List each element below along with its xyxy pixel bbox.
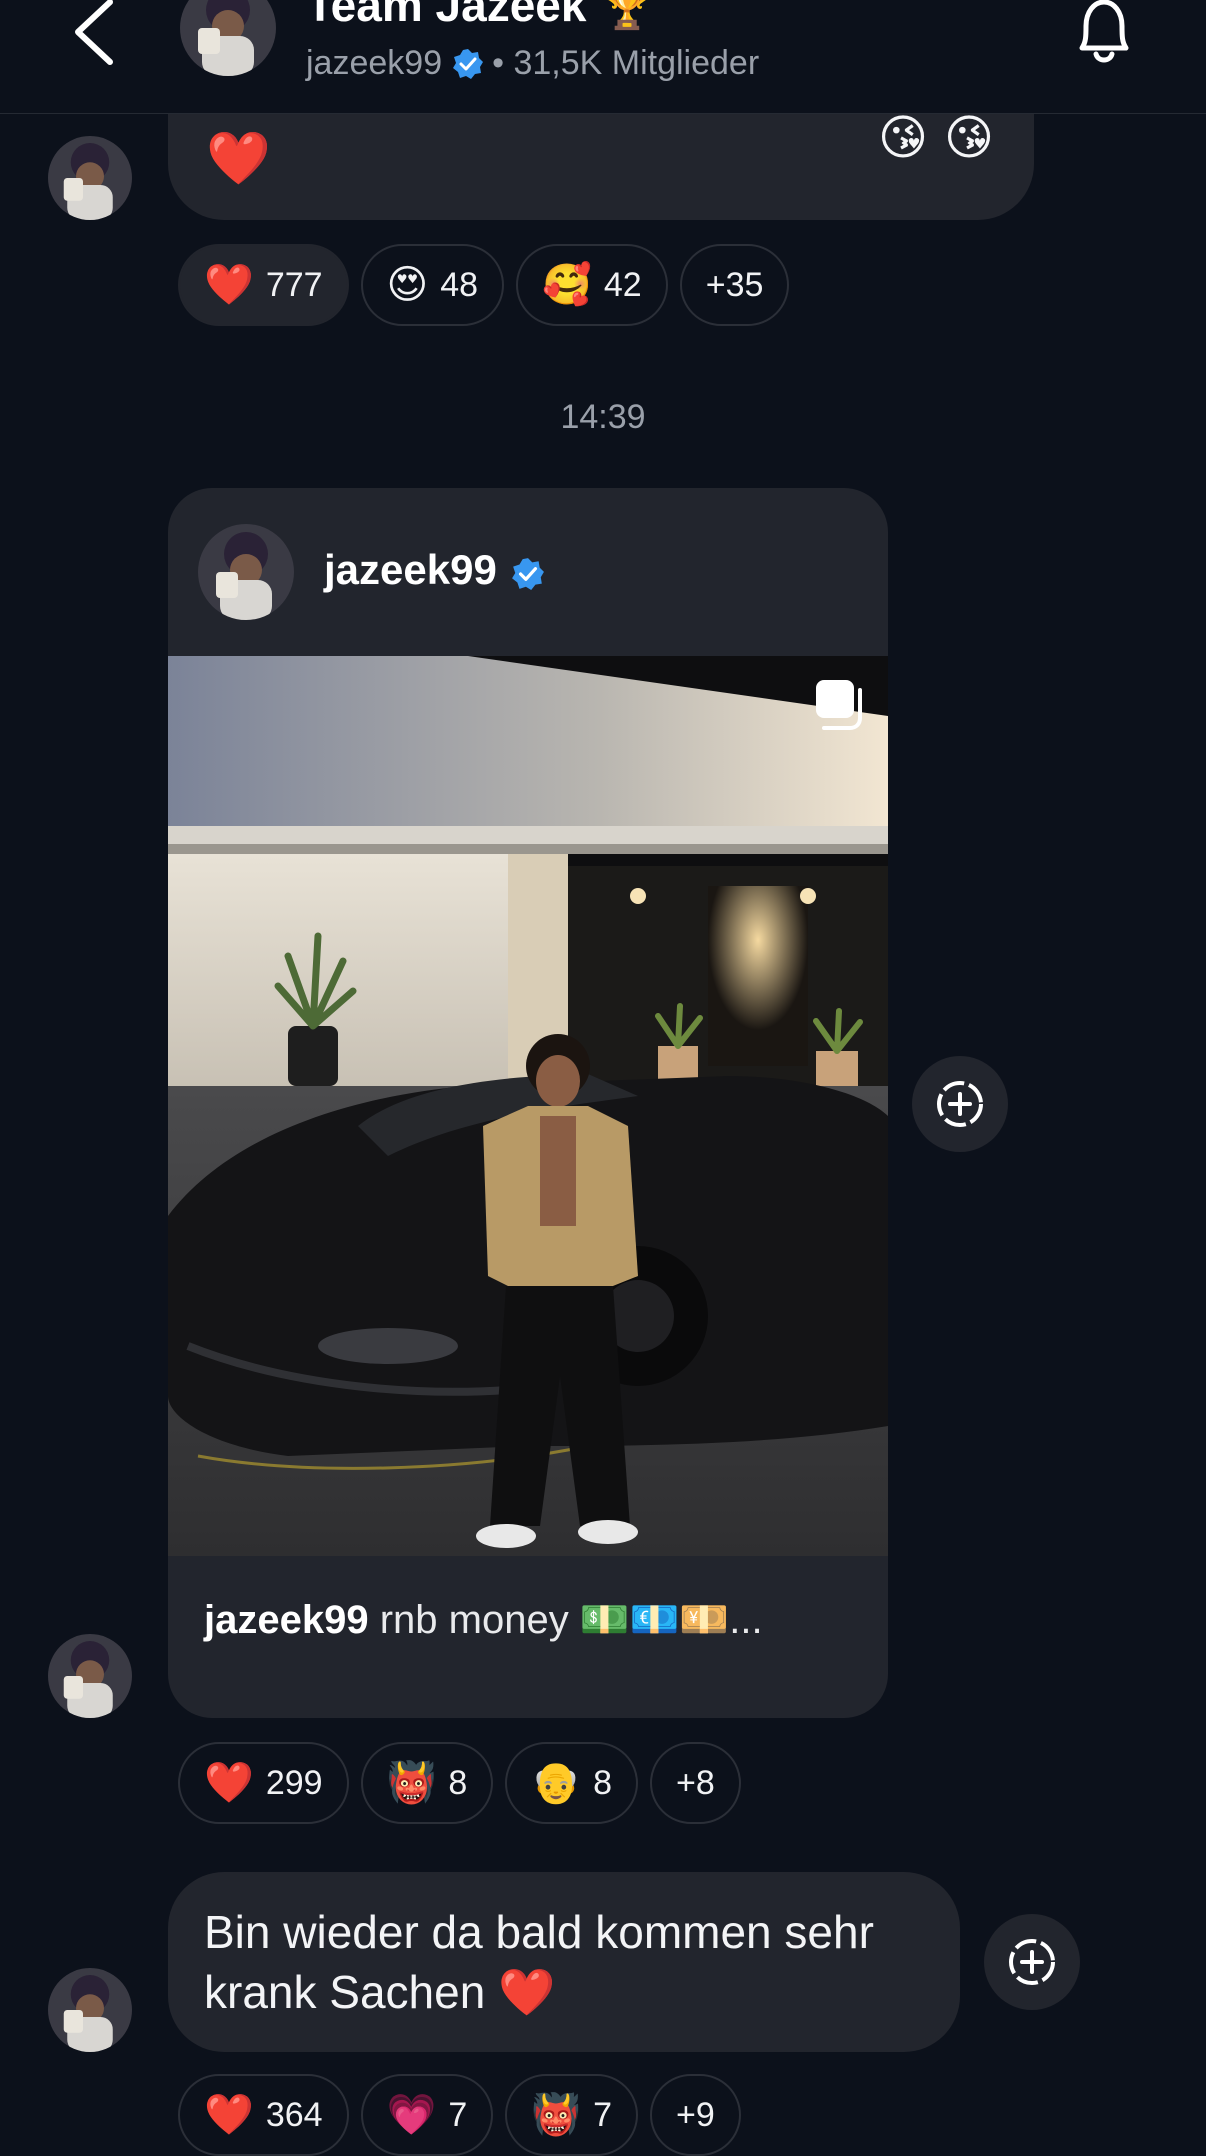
verified-badge-icon	[452, 48, 484, 80]
chevron-left-icon	[75, 0, 113, 65]
back-button[interactable]	[70, 0, 120, 70]
message-text: Bin wieder da bald kommen sehr krank Sac…	[204, 1906, 874, 2018]
reaction-more[interactable]: +35	[679, 244, 790, 326]
post-image[interactable]	[168, 656, 888, 1556]
sender-avatar[interactable]	[48, 1634, 132, 1718]
reaction-count: +35	[705, 265, 764, 304]
message-bubble[interactable]: Bin wieder da bald kommen sehr krank Sac…	[168, 1872, 960, 2052]
post-caption: jazeek99 rnb money 💵💶💴...	[204, 1596, 763, 1643]
sender-avatar[interactable]	[48, 1968, 132, 2052]
reaction-more[interactable]: +8	[650, 1742, 741, 1824]
reaction-emoji: ❤️	[204, 2093, 254, 2137]
shared-post-card[interactable]: jazeek99 jazeek99 rnb money 💵💶💴...	[168, 488, 888, 1718]
reaction-count: 8	[448, 1763, 468, 1802]
member-count: • 31,5K Mitglieder	[492, 44, 760, 82]
reaction-ogre[interactable]: 👹 8	[360, 1742, 494, 1824]
reaction-count: 48	[440, 265, 479, 304]
reaction-emoji: 👹	[531, 2093, 582, 2137]
channel-subtitle: jazeek99 • 31,5K Mitglieder	[306, 44, 759, 83]
add-reaction-icon	[937, 1081, 983, 1127]
caption-text: rnb money 💵💶💴...	[379, 1598, 763, 1642]
add-reaction-button[interactable]	[984, 1914, 1080, 2010]
reaction-count: 42	[603, 265, 642, 304]
post-author-avatar[interactable]	[198, 524, 294, 620]
verified-badge-icon	[511, 553, 545, 590]
reaction-count: +8	[676, 1763, 715, 1802]
reaction-count: 8	[593, 1763, 613, 1802]
caption-author: jazeek99	[204, 1598, 369, 1642]
message-emoji: 😘	[878, 112, 929, 165]
post-author-name: jazeek99	[324, 546, 497, 593]
reaction-count: 7	[593, 2095, 613, 2134]
reaction-emoji: 💗	[386, 2093, 437, 2137]
reaction-emoji: 👴	[531, 1761, 582, 1805]
channel-title: Team Jazeek 🏆	[306, 0, 656, 33]
reaction-old-man[interactable]: 👴 8	[505, 1742, 639, 1824]
reaction-count: +9	[676, 2095, 715, 2134]
reaction-bar: ❤️ 299 👹 8 👴 8 +8	[178, 1742, 741, 1824]
multi-image-icon	[812, 678, 866, 732]
reaction-count: 777	[265, 265, 323, 304]
post-header[interactable]: jazeek99	[168, 488, 888, 656]
reaction-count: 7	[448, 2095, 468, 2134]
channel-title-text: Team Jazeek	[306, 0, 587, 31]
reaction-count: 364	[265, 2095, 323, 2134]
reaction-emoji: 👹	[386, 1761, 437, 1805]
post-author[interactable]: jazeek99	[324, 546, 545, 594]
channel-handle: jazeek99	[306, 44, 443, 82]
message-emoji: 😘	[944, 112, 995, 165]
reaction-bar: ❤️ 777 😍 48 🥰 42 +35	[178, 244, 790, 326]
bell-icon	[1079, 0, 1129, 63]
reaction-emoji: ❤️	[204, 263, 254, 307]
trophy-emoji: 🏆	[598, 0, 656, 31]
reaction-heart[interactable]: ❤️ 777	[178, 244, 349, 326]
channel-header: Team Jazeek 🏆 jazeek99 • 31,5K Mitglieder	[0, 0, 1206, 114]
reaction-heart-eyes[interactable]: 😍 48	[360, 244, 505, 326]
reaction-count: 299	[265, 1763, 323, 1802]
reaction-smiling-hearts[interactable]: 🥰 42	[516, 244, 668, 326]
add-reaction-icon	[1009, 1939, 1055, 1985]
add-reaction-button[interactable]	[912, 1056, 1008, 1152]
reaction-emoji: 😍	[386, 263, 429, 307]
reaction-heart[interactable]: ❤️ 299	[178, 1742, 349, 1824]
sender-avatar[interactable]	[48, 136, 132, 220]
channel-avatar[interactable]	[180, 0, 276, 76]
notifications-button[interactable]	[1072, 0, 1136, 68]
message-heart-emoji: ❤️	[206, 130, 271, 188]
reaction-emoji: 🥰	[542, 263, 592, 307]
reaction-emoji: ❤️	[204, 1761, 254, 1805]
message-timestamp: 14:39	[560, 398, 646, 436]
